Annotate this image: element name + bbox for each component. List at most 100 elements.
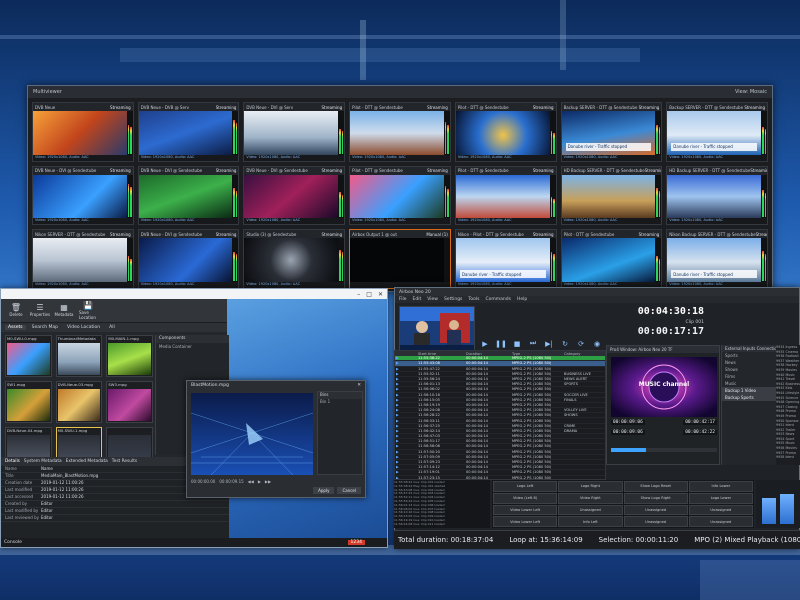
close-icon[interactable]: ✕ [378, 291, 383, 298]
playlist-column-header[interactable]: Category [563, 352, 605, 356]
asset-item[interactable]: M0-SWU-0.mpg [5, 335, 52, 377]
logo-button[interactable]: Video Lower Left [493, 504, 558, 516]
menu-item[interactable]: Commands [486, 297, 511, 302]
multiviewer-tile[interactable]: DVB Neue - DVB @ Serv Streaming Video: 192… [137, 102, 240, 162]
tab-all[interactable]: All [106, 325, 118, 330]
logo-button[interactable]: Video (Left 8) [493, 492, 558, 504]
rewind-icon[interactable]: ◀◀ [248, 479, 254, 484]
forward-icon[interactable]: ▶▶ [265, 479, 271, 484]
multiviewer-tile[interactable]: HD Backup SERVER - DTT @ Sendestube Strea… [560, 165, 663, 226]
multiviewer-tile[interactable]: Nikon Backup SERVER - DTT @ Sendestube St… [666, 229, 768, 289]
logo-button[interactable]: Unassigned [623, 516, 688, 527]
multiviewer-tile[interactable]: Pilot - DTT @ Sendestube Streaming Video: … [560, 229, 663, 289]
multiviewer-tile[interactable]: Airbox Output 1 @ out Manual (1) [349, 229, 451, 289]
loop-icon[interactable]: ⟳ [576, 339, 586, 348]
playlist-column-header[interactable]: Duration [465, 352, 511, 356]
preview-close-icon[interactable]: ✕ [357, 383, 361, 388]
playlist-column-header[interactable]: Start time [417, 352, 465, 356]
logo-button[interactable]: Unassigned [688, 516, 753, 527]
metadata-tab[interactable]: Extended Metadata [66, 459, 108, 464]
metadata-tab[interactable]: Details [5, 459, 20, 464]
multiviewer-tile[interactable]: Pilot - DTT @ Sendestube Streaming Video: … [454, 165, 557, 226]
multiviewer-tile[interactable]: Studio (3) @ Sendestube Streaming Video: 1… [243, 229, 346, 289]
multiviewer-tile[interactable]: Nikon - Pilot - DTT @ Sendestube Streamin… [454, 229, 557, 289]
menu-item[interactable]: View [427, 297, 438, 302]
logo-button[interactable]: Video Right [558, 492, 623, 504]
player-progress-bar[interactable] [611, 448, 717, 452]
playlist-column-header[interactable]: Type [511, 352, 563, 356]
properties-button[interactable]: ☰ Properties [30, 302, 50, 320]
save-location-button[interactable]: 💾 Save Location [79, 301, 97, 320]
metadata-tab[interactable]: System Metadata [24, 459, 62, 464]
menu-item[interactable]: File [399, 297, 407, 302]
channel-list-item[interactable]: 9934 Ingress [776, 345, 800, 350]
metadata-tab[interactable]: Test Results [112, 459, 137, 464]
logo-button[interactable]: Show Logo Reset [623, 481, 688, 492]
tab-assets[interactable]: Assets [5, 325, 26, 330]
multiviewer-tile[interactable]: Backup SERVER - DTT @ Sendestube Streamin… [666, 102, 768, 162]
tab-video-location[interactable]: Video Location [64, 325, 103, 330]
menu-item[interactable]: Help [517, 297, 527, 302]
next-icon[interactable]: ⏭ [528, 339, 538, 348]
multiviewer-tile[interactable]: DVB Neue - DVI @ Sendestube Streaming Vide… [137, 165, 240, 226]
clip-status-icon: ▶ [396, 475, 399, 480]
logo-button[interactable]: Show Logo Right [623, 492, 688, 504]
multiviewer-view-selector[interactable]: View: Mosaic [735, 89, 767, 95]
refresh-icon[interactable]: ↻ [560, 339, 570, 348]
multiviewer-tile[interactable]: DVB Neue - DVI @ Sendestube Streaming Vide… [32, 165, 134, 226]
minimize-icon[interactable]: – [357, 291, 360, 298]
play-icon[interactable]: ▶ [258, 479, 261, 484]
menu-item[interactable]: Edit [413, 297, 422, 302]
logo-button[interactable]: Logo Left [493, 481, 558, 492]
multiviewer-tile[interactable]: Pilot - DTT @ Sendestube Streaming Video: … [349, 102, 451, 162]
asset-item[interactable]: M0-MAIN-1.mpg [106, 335, 153, 377]
logo-button[interactable]: Unassigned [623, 504, 688, 516]
skip-icon[interactable]: ▶| [544, 339, 554, 348]
multiviewer-tile[interactable]: DVB Neue - DVI @ Sendestube Streaming Vide… [243, 165, 346, 226]
channel-list-item[interactable]: 9956 Movies [776, 446, 800, 451]
multiviewer-tile[interactable]: HD Backup SERVER - DTT @ Sendestube Strea… [666, 165, 768, 226]
channel-list-item[interactable]: 9958 Ident [776, 455, 800, 460]
metadata-key: Name [5, 466, 17, 471]
playlist-start-time: 11:55:38:22 [418, 356, 440, 361]
globe-icon[interactable]: ◉ [592, 339, 602, 348]
asset-thumbnail [108, 389, 151, 421]
logo-button[interactable]: Video Lower Left [493, 516, 558, 527]
asset-item[interactable]: SW1.mpg [5, 381, 52, 423]
multiviewer-tile[interactable]: Nikon SERVER - DTT @ Sendestube Streaming… [32, 229, 134, 289]
components-item[interactable]: Media Container [156, 343, 229, 350]
bin-item[interactable]: Bin 1 [318, 399, 362, 404]
channel-list-item[interactable]: 9939 Movies [776, 368, 800, 373]
asset-item[interactable]: DVB-Neue-03.mpg [55, 381, 103, 423]
multiviewer-tile[interactable]: Pilot - DTT @ Sendestube Streaming Video: … [454, 102, 557, 162]
tab-search-map[interactable]: Search Map [29, 325, 61, 330]
delete-button[interactable]: 🗑 Delete [7, 302, 25, 320]
stop-icon[interactable]: ■ [512, 339, 522, 348]
multiviewer-tile[interactable]: Pilot - DTT @ Sendestube Streaming Video: … [349, 165, 451, 226]
logo-button[interactable]: Unassigned [558, 504, 623, 516]
play-icon[interactable]: ▶ [480, 339, 490, 348]
menu-item[interactable]: Settings [444, 297, 462, 302]
multiviewer-tile[interactable]: DVB Neue - DVI @ Serv Streaming Video: 192… [243, 102, 346, 162]
metadata-button[interactable]: ▦ Metadata [55, 302, 74, 320]
menu-item[interactable]: Tools [468, 297, 479, 302]
console-label[interactable]: Console [4, 540, 22, 545]
asset-item[interactable]: ThumbnailMetadata [55, 335, 103, 377]
asset-item[interactable]: SW3.mpg [106, 381, 153, 423]
multiviewer-tile[interactable]: DVB Neue - DVI @ Sendestube Streaming Vide… [137, 229, 240, 289]
multiviewer-tile[interactable]: Backup SERVER - DTT @ Sendestube Streamin… [560, 102, 663, 162]
tile-banner: Danube river - Traffic stopped [671, 270, 757, 278]
logo-button[interactable]: Unassigned [688, 504, 753, 516]
logo-button[interactable]: Info Left [558, 516, 623, 527]
clip-status-icon: ▶ [396, 361, 399, 366]
channel-list-item[interactable]: 9944 Lifestyle [776, 391, 800, 396]
logo-button[interactable]: Logo Right [558, 481, 623, 492]
cancel-button[interactable]: Cancel [337, 487, 361, 494]
pause-icon[interactable]: ❚❚ [495, 339, 507, 348]
maximize-icon[interactable]: □ [366, 291, 372, 298]
logo-button[interactable]: Logo Lower [688, 492, 753, 504]
apply-button[interactable]: Apply [313, 487, 335, 494]
playout-statusbar: Total duration: 00:18:37:04 Loop at: 15:… [394, 530, 800, 549]
multiviewer-tile[interactable]: DVB Neue Streaming Video: 1920x1080, Audio… [32, 102, 134, 162]
logo-button[interactable]: Info Lower [688, 481, 753, 492]
